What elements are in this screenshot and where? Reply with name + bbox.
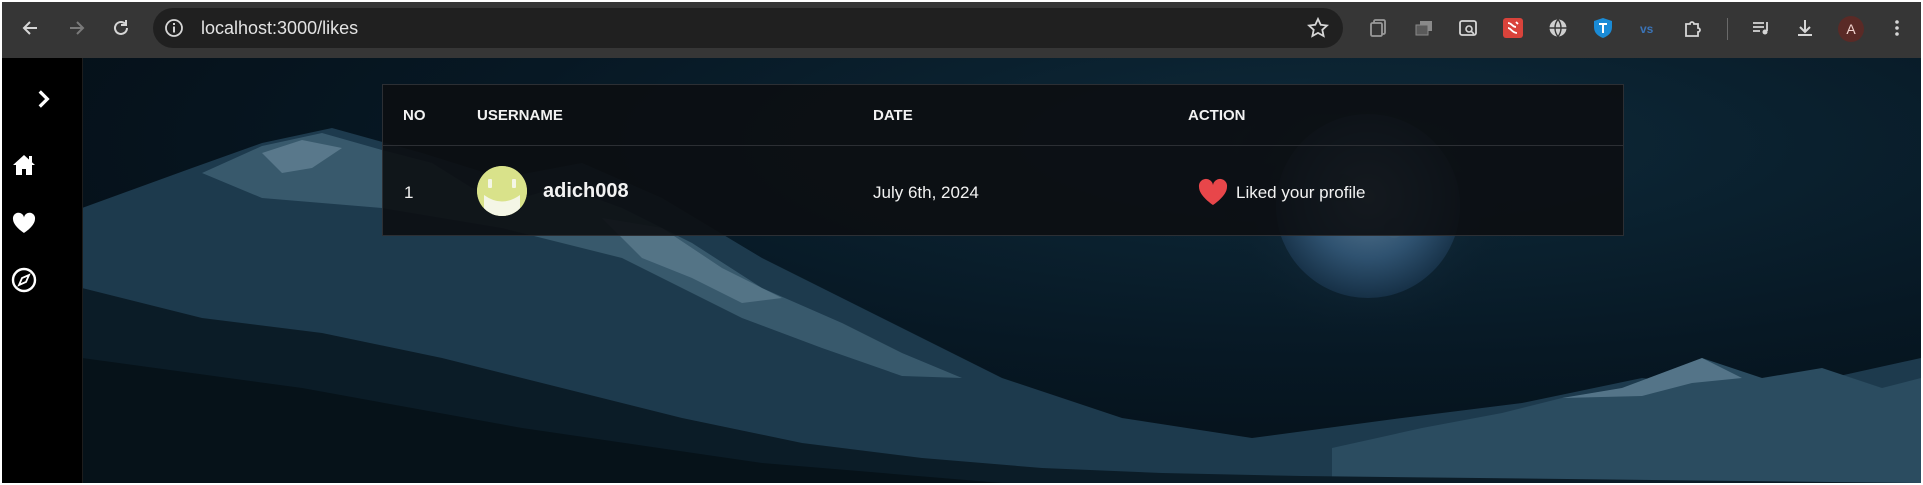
profile-avatar[interactable]: A: [1838, 16, 1864, 42]
browser-toolbar: localhost:3000/likes vs A: [2, 2, 1921, 58]
svg-text:vs: vs: [1640, 22, 1654, 36]
extension-red-app-icon[interactable]: [1501, 16, 1525, 40]
sidebar-item-likes[interactable]: [11, 210, 37, 236]
likes-table: NO USERNAME DATE ACTION 1 adich008 July …: [382, 84, 1624, 236]
avatar-face-icon: [477, 166, 527, 216]
extension-page-search-icon[interactable]: [1456, 16, 1480, 40]
username-link[interactable]: adich008: [543, 180, 629, 203]
table-header: NO USERNAME DATE ACTION: [383, 85, 1623, 146]
page-content: NO USERNAME DATE ACTION 1 adich008 July …: [2, 58, 1921, 483]
heart-icon: [12, 212, 36, 233]
extension-windows-icon[interactable]: [1412, 16, 1436, 40]
extension-globe-icon[interactable]: [1546, 16, 1570, 40]
column-header-date: DATE: [873, 107, 913, 124]
extension-copy-icon[interactable]: [1367, 16, 1391, 40]
sidebar: [2, 58, 83, 483]
column-header-action: ACTION: [1188, 107, 1246, 124]
expand-sidebar-button[interactable]: [30, 86, 54, 110]
download-icon[interactable]: [1793, 16, 1817, 40]
more-menu-icon[interactable]: [1885, 16, 1909, 40]
column-header-username: USERNAME: [477, 107, 563, 124]
bookmark-star-icon[interactable]: [1307, 17, 1329, 39]
media-queue-icon[interactable]: [1749, 16, 1773, 40]
reload-icon: [114, 20, 128, 35]
toolbar-divider: [1727, 18, 1728, 40]
forward-button[interactable]: [60, 12, 92, 44]
arrow-left-icon: [22, 21, 37, 35]
row-number: 1: [404, 183, 414, 202]
user-avatar[interactable]: [477, 166, 527, 216]
sidebar-item-home[interactable]: [11, 152, 37, 178]
action-text: Liked your profile: [1236, 183, 1366, 202]
like-date: July 6th, 2024: [873, 183, 979, 202]
url-text[interactable]: localhost:3000/likes: [201, 18, 358, 38]
browser-window: localhost:3000/likes vs A NO USERNAME DA…: [2, 2, 1921, 483]
extensions-puzzle-icon[interactable]: [1681, 16, 1705, 40]
chevron-right-icon: [38, 90, 50, 108]
address-bar[interactable]: localhost:3000/likes: [153, 8, 1343, 48]
arrow-right-icon: [70, 21, 85, 35]
sidebar-item-explore[interactable]: [11, 267, 37, 293]
info-icon[interactable]: [164, 18, 184, 38]
profile-initial: A: [1846, 21, 1856, 37]
heart-icon: [1198, 178, 1228, 205]
home-icon: [13, 155, 35, 175]
back-button[interactable]: [15, 12, 47, 44]
extension-shield-icon[interactable]: [1591, 16, 1615, 40]
column-header-no: NO: [403, 107, 426, 124]
extension-vs-icon[interactable]: vs: [1636, 16, 1660, 40]
reload-button[interactable]: [105, 12, 137, 44]
compass-icon: [11, 267, 37, 293]
